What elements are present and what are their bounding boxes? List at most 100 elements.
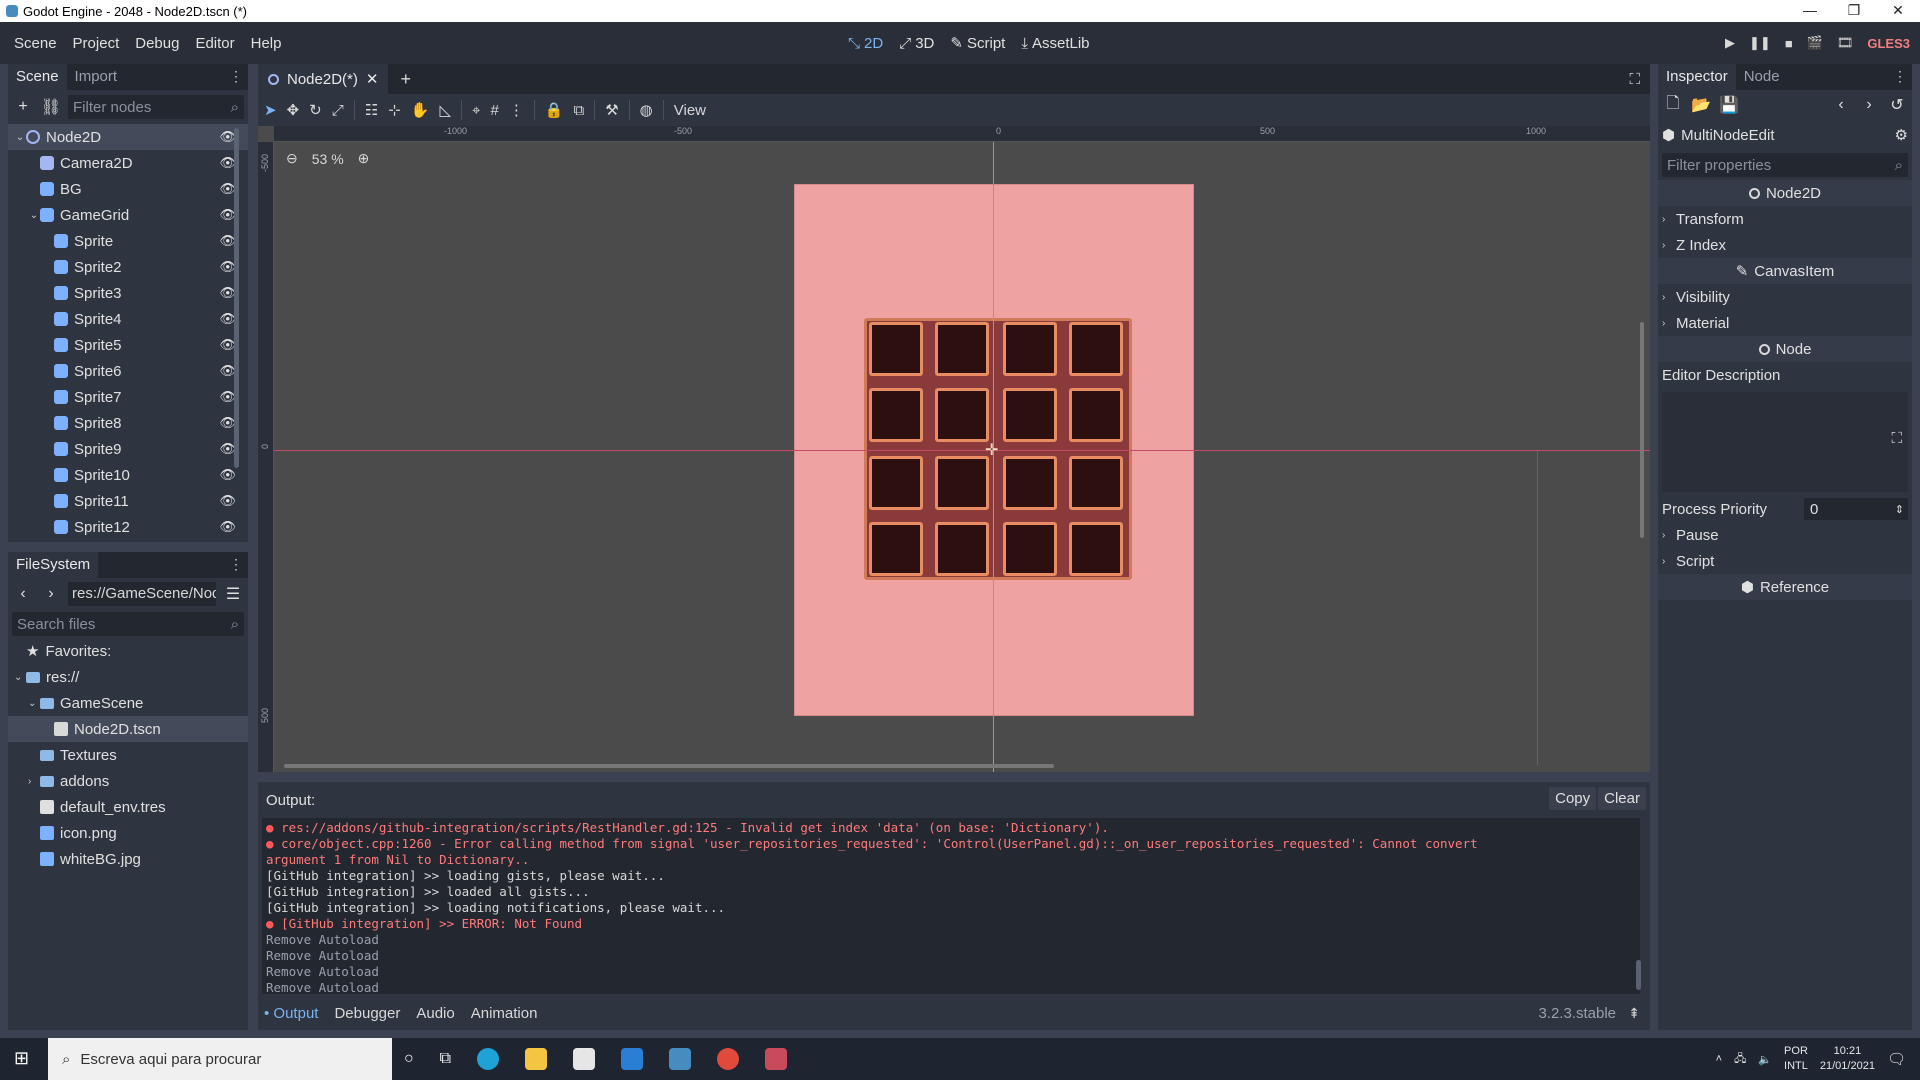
scene-tree-node[interactable]: Sprite 👁 — [8, 228, 248, 254]
scene-tree-node[interactable]: Sprite11 👁 — [8, 488, 248, 514]
group-z-index[interactable]: › Z Index — [1658, 232, 1912, 258]
expand-panel-icon[interactable]: ⇞ — [1628, 1005, 1640, 1022]
scene-tree-node[interactable]: Sprite6 👁 — [8, 358, 248, 384]
history-forward-icon[interactable]: › — [1858, 94, 1880, 116]
filesystem-item[interactable]: whiteBG.jpg — [8, 846, 248, 872]
grid-cell-sprite[interactable] — [869, 456, 923, 510]
play-custom-scene-icon[interactable]: 🎞 — [1837, 35, 1854, 51]
zoom-level[interactable]: 53 % — [312, 151, 344, 167]
group-visibility[interactable]: › Visibility — [1658, 284, 1912, 310]
dock-menu-icon[interactable]: ⋮ — [229, 68, 243, 85]
smart-snap-icon[interactable]: ⌖ — [472, 102, 480, 119]
tab-filesystem[interactable]: FileSystem — [8, 552, 99, 578]
filesystem-item[interactable]: ⌄ res:// — [8, 664, 248, 690]
scene-tree-node[interactable]: Camera2D 👁 — [8, 150, 248, 176]
filesystem-item[interactable]: › addons — [8, 768, 248, 794]
chevron-down-icon[interactable]: ⌄ — [14, 132, 26, 143]
menu-help[interactable]: Help — [243, 35, 290, 52]
tab-import[interactable]: Import — [67, 64, 126, 90]
path-field[interactable]: res://GameScene/Nod — [68, 582, 216, 606]
favorites-row[interactable]: ★ Favorites: — [8, 638, 248, 664]
load-resource-icon[interactable]: 📂 — [1690, 94, 1712, 116]
copy-button[interactable]: Copy — [1549, 787, 1597, 810]
output-log[interactable]: res://addons/github-integration/scripts/… — [262, 818, 1640, 994]
select-tool-icon[interactable]: ➤ — [264, 101, 277, 119]
notifications-icon[interactable]: 🗨 — [1887, 1050, 1906, 1068]
minimize-button[interactable]: — — [1788, 0, 1832, 22]
edge-icon[interactable] — [477, 1048, 500, 1070]
chrome-icon[interactable] — [717, 1048, 740, 1070]
language-indicator[interactable]: POR INTL — [1784, 1044, 1808, 1074]
link-icon[interactable]: ⛓ — [40, 96, 62, 118]
scene-tab[interactable]: Node2D(*) ✕ — [258, 64, 389, 94]
move-tool-icon[interactable]: ✥ — [287, 101, 300, 119]
add-node-icon[interactable]: + — [12, 96, 34, 118]
godot-taskbar-icon[interactable] — [669, 1048, 692, 1070]
save-resource-icon[interactable]: 💾 — [1718, 94, 1740, 116]
history-icon[interactable]: ↺ — [1886, 94, 1908, 116]
expand-icon[interactable]: ⛶ — [1891, 430, 1902, 447]
clear-button[interactable]: Clear — [1598, 787, 1646, 810]
grid-cell-sprite[interactable] — [1069, 388, 1123, 442]
grid-cell-sprite[interactable] — [869, 388, 923, 442]
tab-debugger[interactable]: Debugger — [334, 1005, 400, 1022]
grid-cell-sprite[interactable] — [869, 522, 923, 576]
store-icon[interactable] — [573, 1048, 596, 1070]
filesystem-item[interactable]: Textures — [8, 742, 248, 768]
visibility-eye-icon[interactable]: 👁 — [219, 493, 236, 509]
stop-icon[interactable]: ■ — [1785, 36, 1793, 51]
pause-icon[interactable]: ❚❚ — [1749, 35, 1771, 51]
filter-properties-input[interactable]: Filter properties ⌕ — [1662, 153, 1908, 177]
filesystem-item[interactable]: default_env.tres — [8, 794, 248, 820]
task-view-icon[interactable]: ⧉ — [440, 1050, 451, 1068]
cortana-icon[interactable]: ○ — [404, 1050, 414, 1068]
grid-snap-icon[interactable]: # — [490, 102, 498, 119]
grid-cell-sprite[interactable] — [935, 388, 989, 442]
grid-cell-sprite[interactable] — [869, 322, 923, 376]
grid-cell-sprite[interactable] — [935, 456, 989, 510]
group-script[interactable]: › Script — [1658, 548, 1912, 574]
tray-chevron-icon[interactable]: ˄ — [1716, 1053, 1722, 1065]
workspace-script-button[interactable]: ✎ Script — [950, 34, 1005, 53]
viewport-horizontal-scrollbar[interactable] — [284, 764, 1054, 768]
visibility-eye-icon[interactable]: 👁 — [219, 519, 236, 535]
new-scene-tab-icon[interactable]: + — [400, 69, 411, 90]
filesystem-item[interactable]: icon.png — [8, 820, 248, 846]
taskbar-search-input[interactable]: ⌕ Escreva aqui para procurar — [48, 1038, 392, 1080]
editor-description-field[interactable]: ⛶ — [1662, 392, 1908, 492]
list-select-icon[interactable]: ☷ — [365, 101, 378, 119]
filesystem-item[interactable]: ⌄ GameScene — [8, 690, 248, 716]
snap-options-icon[interactable]: ⋮ — [509, 101, 524, 119]
visibility-eye-icon[interactable]: 👁 — [219, 467, 236, 483]
network-icon[interactable]: 🖧 — [1734, 1050, 1746, 1069]
menu-editor[interactable]: Editor — [187, 35, 242, 52]
grid-cell-sprite[interactable] — [1069, 522, 1123, 576]
tab-audio[interactable]: Audio — [416, 1005, 454, 1022]
grid-cell-sprite[interactable] — [1003, 522, 1057, 576]
group-transform[interactable]: › Transform — [1658, 206, 1912, 232]
rotate-tool-icon[interactable]: ↻ — [309, 101, 322, 119]
ruler-tool-icon[interactable]: ◺ — [439, 101, 451, 119]
grid-cell-sprite[interactable] — [1069, 322, 1123, 376]
search-files-input[interactable]: Search files ⌕ — [12, 612, 244, 636]
grid-cell-sprite[interactable] — [1003, 388, 1057, 442]
grid-cell-sprite[interactable] — [935, 322, 989, 376]
chevron-down-icon[interactable]: ⌄ — [28, 698, 40, 709]
viewport-vertical-scrollbar[interactable] — [1640, 322, 1644, 538]
scene-tree-node[interactable]: Sprite4 👁 — [8, 306, 248, 332]
back-icon[interactable]: ‹ — [12, 583, 34, 605]
scene-tree-node[interactable]: Sprite12 👁 — [8, 514, 248, 540]
distraction-free-icon[interactable]: ⛶ — [1629, 71, 1640, 88]
zoom-out-icon[interactable]: ⊖ — [286, 150, 298, 167]
windows-start-icon[interactable]: ⊞ — [14, 1048, 29, 1069]
volume-icon[interactable]: 🔈 — [1758, 1053, 1772, 1066]
log-scrollbar[interactable] — [1636, 960, 1641, 990]
pivot-icon[interactable]: ⊹ — [388, 101, 401, 119]
group-material[interactable]: › Material — [1658, 310, 1912, 336]
mail-icon[interactable] — [621, 1048, 644, 1070]
filter-nodes-input[interactable]: Filter nodes ⌕ — [68, 95, 244, 119]
scene-tree-node[interactable]: Sprite2 👁 — [8, 254, 248, 280]
scene-tree-node[interactable]: Sprite9 👁 — [8, 436, 248, 462]
2d-viewport[interactable]: -1000 -500 0 500 1000 -500 0 500 ⊖ 53 % … — [258, 126, 1650, 772]
filesystem-item[interactable]: Node2D.tscn — [8, 716, 248, 742]
